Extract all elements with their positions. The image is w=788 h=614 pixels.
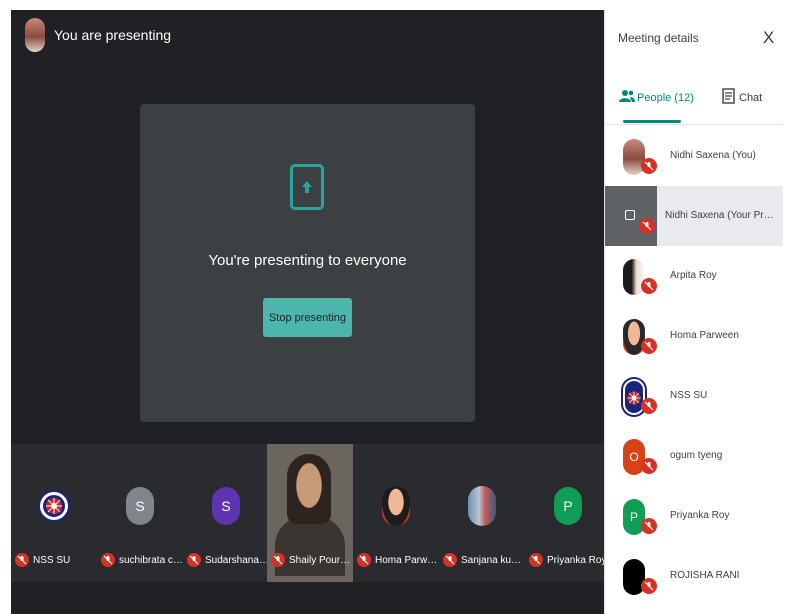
participant-name: Nidhi Saxena (Your Presentatio... xyxy=(665,210,775,221)
panel-title: Meeting details xyxy=(618,31,699,45)
people-icon xyxy=(619,90,635,102)
muted-mic-icon xyxy=(641,398,657,414)
presentation-stage: You are presenting You're presenting to … xyxy=(11,10,606,614)
participant-name: ogum tyeng xyxy=(670,450,723,461)
meeting-details-panel: Meeting details X People (12) Chat Nidhi… xyxy=(604,10,783,614)
list-item[interactable]: ROJISHA RANI xyxy=(605,546,783,606)
avatar xyxy=(468,486,496,526)
muted-mic-icon xyxy=(101,553,115,567)
presentation-thumbnail xyxy=(605,186,657,246)
video-feed xyxy=(275,516,345,576)
present-screen-icon xyxy=(290,164,324,210)
muted-mic-icon xyxy=(529,553,543,567)
list-item[interactable]: Nidhi Saxena (You) xyxy=(605,126,783,186)
list-item[interactable]: O ogum tyeng xyxy=(605,426,783,486)
participant-name: Priyanka Roy xyxy=(547,555,607,566)
muted-mic-icon xyxy=(639,218,655,234)
participant-name: NSS SU xyxy=(670,390,708,401)
presenting-card: You're presenting to everyone Stop prese… xyxy=(140,104,475,422)
muted-mic-icon xyxy=(641,578,657,594)
participant-name: Shaily Pourush xyxy=(289,555,353,566)
avatar: S xyxy=(126,487,154,525)
participant-name: Nidhi Saxena (You) xyxy=(670,150,756,161)
participant-name: Sudarshana Bh... xyxy=(205,555,269,566)
avatar: P xyxy=(554,487,582,525)
muted-mic-icon xyxy=(15,553,29,567)
muted-mic-icon xyxy=(187,553,201,567)
video-feed xyxy=(287,454,331,524)
divider xyxy=(605,124,783,125)
participant-tile[interactable]: S Sudarshana Bh... xyxy=(183,444,269,582)
participant-name: Sanjana kumari xyxy=(461,555,525,566)
participant-name: Priyanka Roy xyxy=(670,510,730,521)
participant-name: Arpita Roy xyxy=(670,270,717,281)
presenting-message: You're presenting to everyone xyxy=(208,252,407,269)
avatar: S xyxy=(212,487,240,525)
presenter-avatar xyxy=(25,18,45,52)
muted-mic-icon xyxy=(443,553,457,567)
participant-tile[interactable]: Sanjana kumari xyxy=(439,444,525,582)
muted-mic-icon xyxy=(641,458,657,474)
top-bar: You are presenting xyxy=(11,10,604,60)
tab-chat[interactable]: Chat xyxy=(722,88,782,118)
participant-name: suchibrata cha... xyxy=(119,555,183,566)
tab-chat-label: Chat xyxy=(739,92,763,104)
chat-icon xyxy=(722,88,735,104)
participant-tile[interactable]: Homa Parween xyxy=(353,444,439,582)
participant-filmstrip: NSS SU S suchibrata cha... S Sudarshana … xyxy=(11,444,606,582)
muted-mic-icon xyxy=(357,553,371,567)
muted-mic-icon xyxy=(641,518,657,534)
nss-logo-icon xyxy=(40,492,68,520)
participant-name: NSS SU xyxy=(33,555,71,566)
active-tab-indicator xyxy=(623,120,681,123)
participant-name: ROJISHA RANI xyxy=(670,570,740,581)
participant-tile[interactable]: NSS SU xyxy=(11,444,97,582)
present-screen-icon xyxy=(625,210,635,220)
muted-mic-icon xyxy=(641,158,657,174)
participant-name: Homa Parween xyxy=(375,555,439,566)
participant-video-tile[interactable]: Shaily Pourush xyxy=(267,444,353,582)
participant-tile[interactable]: S suchibrata cha... xyxy=(97,444,183,582)
tab-people[interactable]: People (12) xyxy=(619,88,694,122)
list-item[interactable]: NSS SU xyxy=(605,366,783,426)
participant-tile[interactable]: P Priyanka Roy xyxy=(525,444,611,582)
list-item[interactable]: Homa Parween xyxy=(605,306,783,366)
muted-mic-icon xyxy=(271,553,285,567)
close-panel-button[interactable]: X xyxy=(763,28,774,48)
list-item[interactable]: Arpita Roy xyxy=(605,246,783,306)
participant-name: Homa Parween xyxy=(670,330,739,341)
muted-mic-icon xyxy=(641,278,657,294)
avatar xyxy=(382,486,410,526)
presenting-title: You are presenting xyxy=(54,27,172,43)
tab-people-label: People (12) xyxy=(637,92,694,104)
stop-presenting-button[interactable]: Stop presenting xyxy=(263,298,352,337)
list-item[interactable]: P Priyanka Roy xyxy=(605,486,783,546)
muted-mic-icon xyxy=(641,338,657,354)
list-item[interactable]: Nidhi Saxena (Your Presentatio... xyxy=(605,186,783,246)
